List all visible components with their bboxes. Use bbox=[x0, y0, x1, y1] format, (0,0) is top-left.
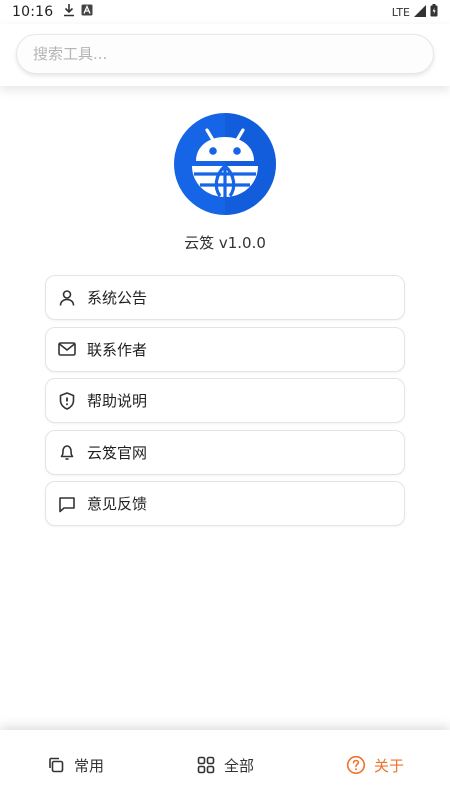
nav-tab-label: 常用 bbox=[73, 756, 104, 775]
nav-tab-all[interactable]: 全部 bbox=[150, 730, 300, 800]
menu-item-label: 意见反馈 bbox=[87, 495, 148, 513]
network-type: LTE bbox=[391, 5, 410, 19]
menu-item-announcement[interactable]: 系统公告 bbox=[45, 275, 405, 320]
menu-item-label: 系统公告 bbox=[87, 289, 148, 307]
menu-item-label: 帮助说明 bbox=[87, 392, 148, 410]
download-icon bbox=[63, 3, 75, 21]
nav-tab-label: 关于 bbox=[373, 756, 404, 775]
android-globe-logo-icon bbox=[174, 113, 276, 215]
nav-tab-label: 全部 bbox=[223, 756, 254, 775]
menu-item-label: 云笈官网 bbox=[87, 443, 148, 462]
bottom-nav: 常用 全部 关于 bbox=[0, 730, 450, 800]
about-menu: 系统公告 联系作者 帮助说明 云笈官网 意见反馈 bbox=[45, 275, 405, 533]
search-input[interactable] bbox=[33, 35, 417, 73]
battery-icon bbox=[430, 4, 438, 20]
app-logo bbox=[174, 113, 276, 215]
help-circle-icon bbox=[346, 755, 366, 775]
nav-tab-common[interactable]: 常用 bbox=[0, 730, 150, 800]
notification-a-icon bbox=[81, 4, 93, 20]
menu-item-label: 联系作者 bbox=[87, 340, 148, 359]
user-icon bbox=[57, 288, 77, 308]
search-header bbox=[0, 24, 450, 86]
status-time: 10:16 bbox=[12, 4, 54, 20]
status-bar: 10:16 LTE bbox=[0, 0, 450, 24]
bell-icon bbox=[57, 442, 77, 462]
menu-item-help[interactable]: 帮助说明 bbox=[45, 378, 405, 423]
copy-icon bbox=[46, 755, 66, 775]
grid-icon bbox=[196, 755, 216, 775]
shield-alert-icon bbox=[57, 391, 77, 411]
app-name-version: 云笈 v1.0.0 bbox=[184, 234, 266, 252]
search-box[interactable] bbox=[16, 34, 434, 74]
menu-item-feedback[interactable]: 意见反馈 bbox=[45, 481, 405, 526]
signal-icon bbox=[414, 4, 426, 20]
message-square-icon bbox=[57, 494, 77, 514]
nav-tab-about[interactable]: 关于 bbox=[300, 730, 450, 800]
mail-icon bbox=[57, 339, 77, 359]
menu-item-contact-author[interactable]: 联系作者 bbox=[45, 326, 405, 372]
menu-item-official-site[interactable]: 云笈官网 bbox=[45, 429, 405, 475]
